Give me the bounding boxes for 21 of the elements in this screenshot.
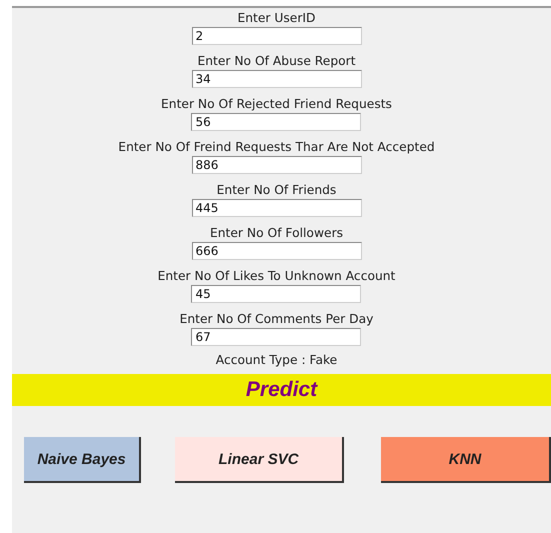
input-field[interactable]: 67	[191, 328, 362, 346]
input-field[interactable]: 45	[191, 285, 362, 303]
input-field[interactable]: 34	[192, 70, 362, 88]
input-field[interactable]: 445	[192, 199, 362, 217]
input-field[interactable]: 666	[192, 242, 362, 260]
field-label: Enter No Of Abuse Report	[197, 54, 356, 69]
result-text: Account Type : Fake	[216, 352, 338, 369]
input-field[interactable]: 2	[192, 27, 362, 45]
classifier-button[interactable]: Naive Bayes	[24, 437, 142, 483]
field-label: Enter No Of Likes To Unknown Account	[158, 269, 396, 284]
field-label: Enter No Of Rejected Friend Requests	[161, 97, 392, 112]
field-label: Enter No Of Freind Requests Thar Are Not Accepted	[118, 140, 435, 155]
field-label: Enter No Of Friends	[216, 183, 336, 198]
input-field[interactable]: 886	[192, 156, 362, 174]
input-field[interactable]: 56	[191, 113, 362, 131]
classifier-button[interactable]: KNN	[381, 437, 551, 483]
field-label: Enter No Of Comments Per Day	[180, 312, 374, 327]
field-label: Enter UserID	[237, 11, 316, 26]
classifier-button[interactable]: Linear SVC	[175, 437, 344, 483]
field-label: Enter No Of Followers	[210, 226, 344, 241]
predict-banner: Predict	[12, 374, 551, 406]
